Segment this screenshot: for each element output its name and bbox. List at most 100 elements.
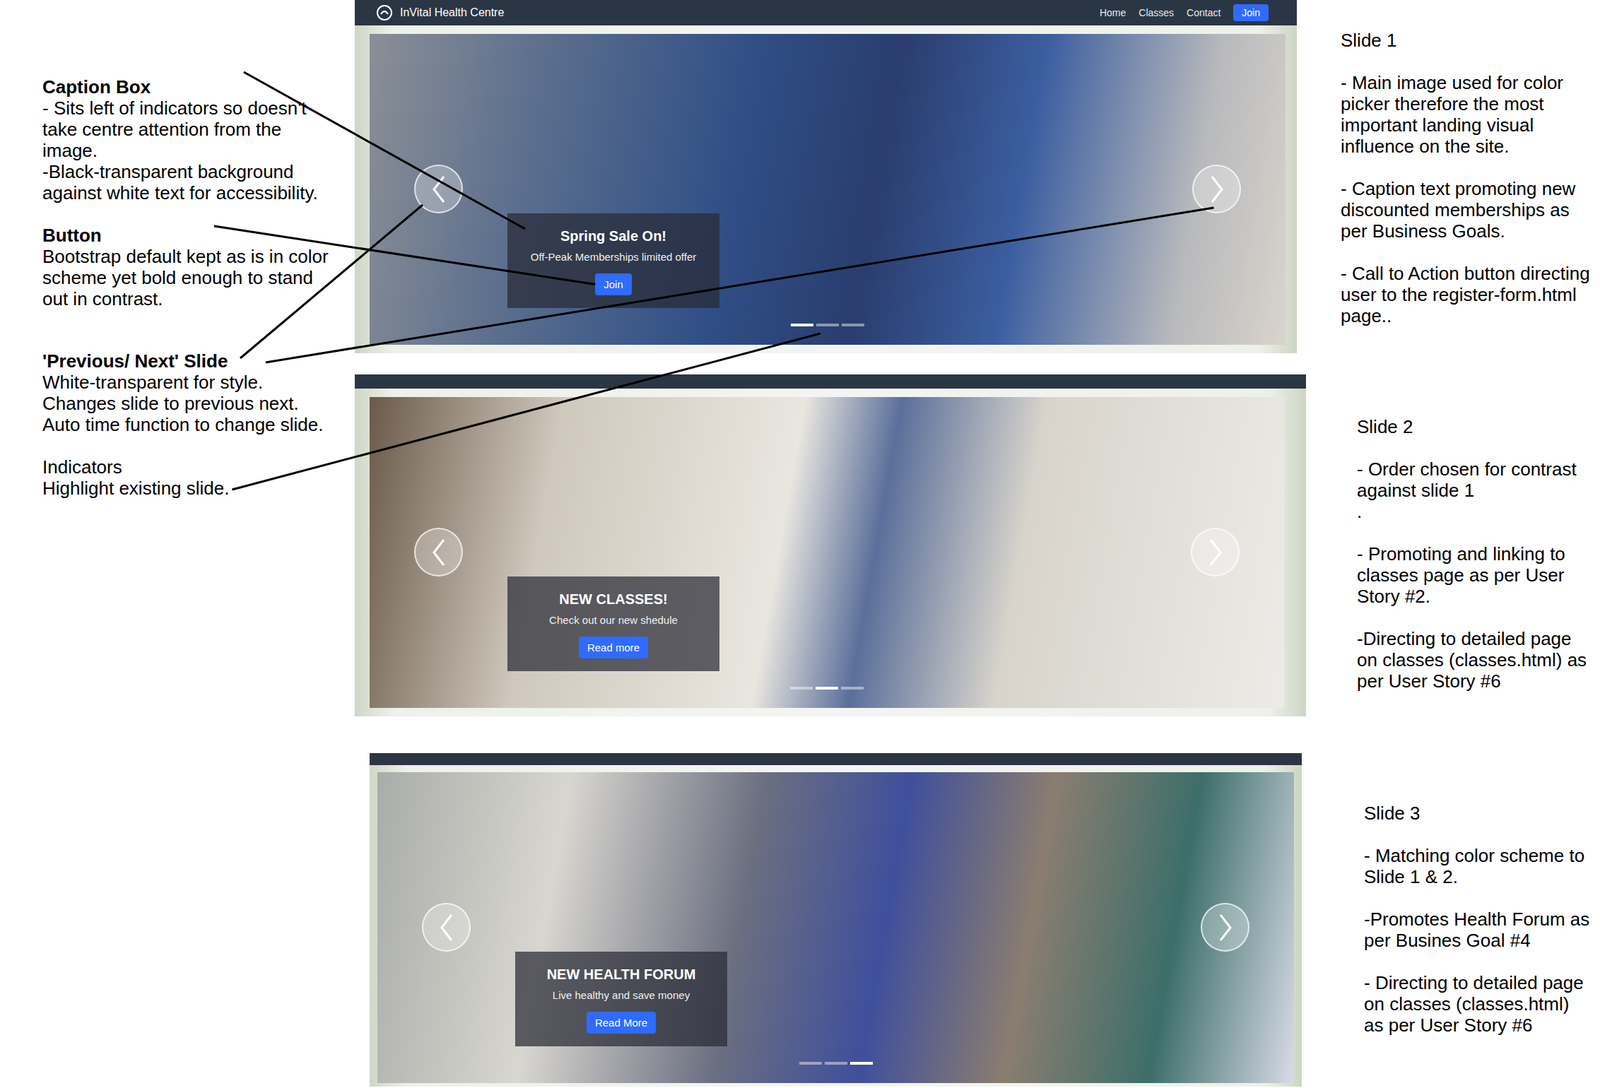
note-point: - Directing to detailed page on classes … — [1363, 972, 1593, 1037]
slide-indicator[interactable] — [815, 686, 839, 690]
nav-link[interactable]: Contact — [1186, 7, 1221, 19]
prev-slide-button[interactable] — [421, 903, 471, 952]
annotation: 'Previous/ Next' SlideWhite-transparent … — [42, 350, 341, 436]
caption-text: Live healthy and save money — [552, 988, 690, 1003]
annotation-line: - Sits left of indicators so doesn't tak… — [42, 97, 341, 162]
note-point: - Promoting and linking to classes page … — [1356, 543, 1593, 608]
slide-frame: NEW HEALTH FORUM Live healthy and save mo… — [369, 765, 1302, 1087]
chevron-left-icon — [428, 537, 450, 569]
caption-heading: NEW CLASSES! — [559, 590, 668, 608]
annotation: IndicatorsHighlight existing slide. — [42, 456, 341, 499]
annotation-line: White-transparent for style. — [42, 371, 341, 393]
note-line: - Order chosen for contrast against slid… — [1356, 458, 1593, 502]
slide-photo: Spring Sale On! Off-Peak Memberships limi… — [369, 33, 1286, 345]
nav-link[interactable]: Home — [1099, 7, 1126, 19]
slide-indicator[interactable] — [850, 1062, 873, 1066]
navbar — [354, 374, 1307, 389]
slide-indicators — [799, 1062, 873, 1066]
slide-indicator[interactable] — [840, 686, 864, 690]
caption-heading: Spring Sale On! — [560, 227, 667, 245]
caption-box: NEW HEALTH FORUM Live healthy and save mo… — [515, 951, 728, 1047]
slide-photo: NEW CLASSES! Check out our new shedule Rea… — [369, 397, 1285, 709]
caption-button[interactable]: Read more — [578, 636, 649, 659]
navbar: InVital Health Centre Home Classes Contact J… — [354, 0, 1297, 26]
connector-line — [265, 207, 1215, 363]
slide-indicators — [790, 686, 864, 690]
connector-line — [231, 333, 821, 490]
slide-indicator[interactable] — [790, 323, 814, 327]
slide-indicator[interactable] — [799, 1062, 822, 1066]
note-line: - Call to Action button directing user t… — [1340, 262, 1593, 327]
brand[interactable]: InVital Health Centre — [375, 4, 504, 22]
note-line: -Directing to detailed page on classes (… — [1356, 628, 1593, 692]
caption-box: Spring Sale On! Off-Peak Memberships limi… — [507, 213, 720, 309]
note-line: - Caption text promoting new discounted … — [1340, 178, 1593, 242]
slide-note: Slide 2 - Order chosen for contrast again… — [1340, 386, 1593, 774]
note-title: Slide 3 — [1363, 802, 1593, 825]
slide-note: Slide 3 - Matching color scheme to Slide … — [1340, 773, 1593, 1088]
carousel-slide: NEW CLASSES! Check out our new shedule Rea… — [354, 374, 1307, 717]
chevron-right-icon — [1204, 537, 1227, 569]
annotation-title: Caption Box — [42, 76, 341, 98]
brand-name[interactable]: InVital Health Centre — [400, 6, 504, 20]
note-line: - Matching color scheme to Slide 1 & 2. — [1363, 845, 1593, 888]
caption-button[interactable]: Join — [595, 273, 632, 296]
note-point: - Order chosen for contrast against slid… — [1356, 458, 1593, 523]
note-line: . — [1356, 501, 1593, 523]
navbar — [369, 753, 1302, 766]
annotation-line: Auto time function to change slide. — [42, 414, 341, 436]
note-line: - Promoting and linking to classes page … — [1356, 543, 1593, 608]
nav-link[interactable]: Classes — [1138, 7, 1174, 19]
note-point: -Directing to detailed page on classes (… — [1356, 628, 1593, 692]
connector-line — [243, 72, 526, 229]
annotation-line: -Black-transparent background against wh… — [42, 161, 341, 204]
connector-lines — [0, 0, 1600, 1088]
next-slide-button[interactable] — [1192, 164, 1241, 214]
slide-indicators — [790, 323, 865, 327]
caption-text: Off-Peak Memberships limited offer — [530, 250, 697, 264]
note-title: Slide 2 — [1356, 416, 1593, 438]
next-slide-button[interactable] — [1190, 527, 1240, 577]
slide-frame: Spring Sale On! Off-Peak Memberships limi… — [354, 25, 1297, 354]
chevron-left-icon — [428, 173, 450, 205]
annotation-title: Button — [42, 224, 341, 246]
caption-button[interactable]: Read More — [586, 1012, 656, 1034]
prev-slide-button[interactable] — [414, 527, 463, 577]
slide-photo: NEW HEALTH FORUM Live healthy and save mo… — [377, 772, 1294, 1084]
carousel-slide: InVital Health Centre Home Classes Contact J… — [354, 0, 1297, 354]
annotation-line: Changes slide to previous next. — [42, 392, 341, 415]
carousel-slide: NEW HEALTH FORUM Live healthy and save mo… — [369, 753, 1302, 1087]
join-button[interactable]: Join — [1233, 4, 1269, 22]
note-point: - Main image used for color picker there… — [1340, 72, 1593, 157]
note-line: -Promotes Health Forum as per Busines Go… — [1363, 908, 1593, 952]
caption-heading: NEW HEALTH FORUM — [546, 966, 697, 984]
caption-box: NEW CLASSES! Check out our new shedule Rea… — [507, 576, 720, 672]
logo-icon — [375, 4, 393, 22]
slide-frame: NEW CLASSES! Check out our new shedule Rea… — [354, 388, 1307, 717]
chevron-right-icon — [1214, 912, 1237, 944]
annotation: ButtonBootstrap default kept as is in co… — [42, 224, 341, 310]
annotation: Caption Box- Sits left of indicators so … — [42, 76, 341, 204]
note-point: - Matching color scheme to Slide 1 & 2. — [1363, 845, 1593, 888]
note-title: Slide 1 — [1340, 29, 1593, 51]
caption-text: Check out our new shedule — [549, 613, 678, 627]
chevron-left-icon — [436, 912, 458, 944]
slide-note: Slide 1 - Main image used for color picke… — [1340, 0, 1593, 387]
slide-indicator[interactable] — [790, 686, 813, 690]
nav-links: Home Classes Contact Join — [1099, 4, 1269, 22]
slide-indicator[interactable] — [841, 323, 865, 327]
note-point: - Call to Action button directing user t… — [1340, 262, 1593, 327]
slide-indicator[interactable] — [816, 323, 839, 327]
note-point: -Promotes Health Forum as per Busines Go… — [1363, 908, 1593, 952]
note-point: - Caption text promoting new discounted … — [1340, 178, 1593, 242]
slide-indicator[interactable] — [824, 1062, 848, 1066]
chevron-right-icon — [1206, 173, 1228, 205]
next-slide-button[interactable] — [1200, 903, 1250, 952]
connector-line — [240, 204, 423, 359]
prev-slide-button[interactable] — [414, 164, 463, 214]
annotation-line: Bootstrap default kept as is in color sc… — [42, 245, 341, 310]
note-line: - Directing to detailed page on classes … — [1363, 972, 1593, 1037]
annotation-title: Indicators — [42, 456, 341, 478]
annotation-line: Highlight existing slide. — [42, 477, 341, 499]
annotation-title: 'Previous/ Next' Slide — [42, 350, 341, 372]
